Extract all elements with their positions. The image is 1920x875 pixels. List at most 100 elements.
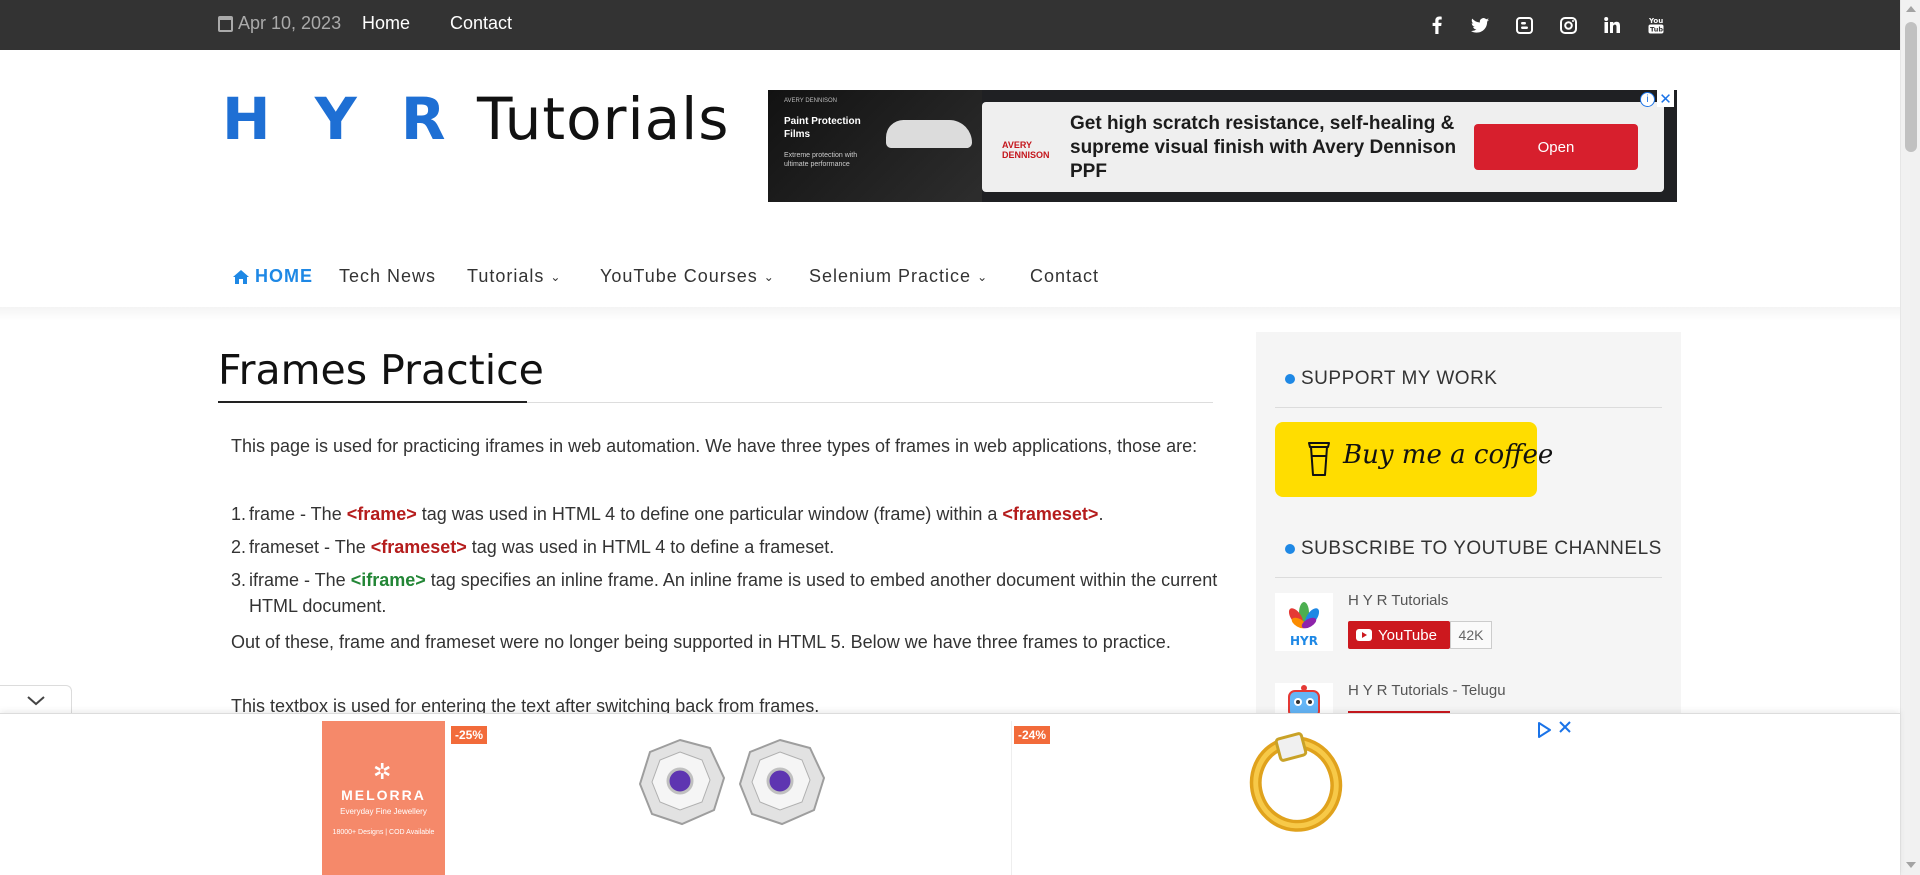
chevron-down-icon: ⌄ — [763, 269, 775, 284]
ad-thumb-line3: Extreme protection with — [784, 152, 858, 159]
channel-logo-hyr[interactable]: HYR — [1275, 593, 1333, 651]
coffee-cup-icon — [1308, 442, 1330, 476]
post-date: Apr 10, 2023 — [218, 13, 341, 34]
ring-image — [1249, 732, 1343, 832]
nav-contact-label: Contact — [1030, 266, 1100, 286]
facebook-icon[interactable] — [1426, 14, 1448, 36]
chevron-down-icon: ⌄ — [977, 269, 989, 284]
nav-shadow — [0, 307, 1900, 321]
intro-paragraph: This page is used for practicing iframes… — [231, 436, 1198, 456]
title-underline — [218, 401, 527, 403]
title-divider — [527, 402, 1213, 403]
frame-tag: <frame> — [346, 504, 417, 524]
ad-panel[interactable]: AVERY DENNISON Get high scratch resistan… — [982, 102, 1664, 192]
nav-selenium-practice[interactable]: Selenium Practice ⌄ — [809, 266, 988, 287]
ad-open-button[interactable]: Open — [1474, 124, 1638, 170]
buy-me-coffee-button[interactable]: Buy me a coffee — [1275, 422, 1553, 497]
calendar-icon — [218, 15, 233, 32]
outro-paragraph: Out of these, frame and frameset were no… — [231, 632, 1171, 652]
ad-thumb-line4: ultimate performance — [784, 161, 850, 168]
support-heading-text: SUPPORT MY WORK — [1301, 368, 1498, 389]
instagram-icon[interactable] — [1557, 14, 1579, 36]
ad-headline[interactable]: Get high scratch resistance, self-healin… — [1070, 112, 1460, 184]
channel-name[interactable]: H Y R Tutorials — [1348, 592, 1448, 609]
logo-hyr: H Y R — [222, 85, 458, 153]
list-number: 1. — [231, 504, 247, 524]
svg-text:You: You — [1648, 17, 1663, 25]
list-text: frame - The <frame> tag was used in HTML… — [249, 501, 1229, 527]
top-link-home[interactable]: Home — [362, 13, 410, 34]
page-title: Frames Practice — [218, 346, 544, 394]
site-logo[interactable]: H Y R Tutorials — [222, 90, 729, 148]
nav-selenium-practice-label: Selenium Practice — [809, 266, 972, 286]
car-image — [886, 120, 972, 148]
close-icon[interactable] — [1558, 720, 1576, 738]
linkedin-icon[interactable] — [1601, 14, 1623, 36]
scroll-up-arrow[interactable] — [1906, 6, 1916, 12]
nav-youtube-courses-label: YouTube Courses — [600, 266, 758, 286]
ad-choices-icon[interactable] — [1536, 722, 1554, 740]
page-scrollbar[interactable] — [1900, 0, 1920, 875]
nav-contact[interactable]: Contact — [1030, 266, 1099, 287]
twitter-icon[interactable] — [1469, 14, 1491, 36]
coffee-label: Buy me a coffee — [1343, 440, 1554, 470]
melorra-brand-panel[interactable]: ✲ MELORRA Everyday Fine Jewellery 18000+… — [322, 721, 445, 875]
ad-info-icon[interactable]: i — [1640, 92, 1655, 107]
list-text: frameset - The <frameset> tag was used i… — [249, 534, 1229, 560]
list-text-b: tag was used in HTML 4 to define one par… — [416, 504, 1003, 524]
scroll-down-arrow[interactable] — [1906, 862, 1916, 868]
scroll-thumb[interactable] — [1905, 22, 1917, 152]
ad-thumb-line2: Films — [784, 129, 811, 140]
list-text-b: tag was used in HTML 4 to define a frame… — [466, 537, 835, 557]
nav-home[interactable]: HOME — [233, 266, 313, 287]
chevron-down-icon — [26, 695, 45, 705]
list-text: iframe - The <iframe> tag specifies an i… — [249, 567, 1229, 619]
nav-tutorials[interactable]: Tutorials ⌄ — [467, 266, 561, 287]
top-advertisement[interactable]: AVERY DENNISON Paint Protection Films Ex… — [768, 90, 1677, 202]
sidebar-divider — [1275, 577, 1662, 578]
sidebar-divider — [1275, 407, 1662, 408]
channel-name[interactable]: H Y R Tutorials - Telugu — [1348, 682, 1506, 699]
blogger-icon[interactable] — [1513, 14, 1535, 36]
list-text-c: . — [1098, 504, 1104, 524]
youtube-play-icon — [1356, 629, 1372, 641]
subscribe-heading: SUBSCRIBE TO YOUTUBE CHANNELS — [1285, 538, 1662, 560]
list-number: 3. — [231, 570, 247, 590]
youtube-button-label: YouTube — [1378, 626, 1437, 644]
nav-youtube-courses[interactable]: YouTube Courses ⌄ — [600, 266, 775, 287]
nav-home-label: HOME — [255, 266, 313, 286]
subscribe-heading-text: SUBSCRIBE TO YOUTUBE CHANNELS — [1301, 538, 1662, 559]
frameset-tag: <frameset> — [370, 537, 467, 557]
top-bar: Apr 10, 2023 Home Contact YouTube — [0, 0, 1900, 50]
youtube-subscribe-button[interactable]: YouTube — [1348, 621, 1450, 649]
youtube-icon[interactable]: YouTube — [1645, 14, 1667, 36]
list-text-a: frame - The — [249, 504, 347, 524]
post-date-text: Apr 10, 2023 — [238, 13, 342, 33]
discount-badge: -25% — [451, 726, 488, 744]
collapse-ad-button[interactable] — [0, 685, 72, 715]
ad-thumb-brand: AVERY DENNISON — [784, 98, 838, 104]
bullet-dot — [1285, 544, 1295, 554]
frameset-tag: <frameset> — [1002, 504, 1099, 524]
ad-close-icon[interactable]: ✕ — [1657, 90, 1674, 108]
logo-tutorials: Tutorials — [477, 85, 730, 153]
chevron-down-icon: ⌄ — [550, 269, 562, 284]
list-number: 2. — [231, 537, 247, 557]
svg-text:Tube: Tube — [1650, 26, 1664, 34]
channel-logo-telugu[interactable] — [1275, 683, 1333, 713]
melorra-footer: 18000+ Designs | COD Available — [332, 829, 435, 836]
iframe-tag: <iframe> — [350, 570, 426, 590]
subscriber-count: 42K — [1450, 621, 1492, 649]
top-link-contact[interactable]: Contact — [450, 13, 512, 34]
nav-tech-news-label: Tech News — [339, 266, 437, 286]
melorra-logo-icon: ✲ — [373, 759, 392, 784]
nav-tech-news[interactable]: Tech News — [339, 266, 436, 287]
support-heading: SUPPORT MY WORK — [1285, 368, 1497, 390]
ad-thumbnail: AVERY DENNISON Paint Protection Films Ex… — [768, 90, 982, 202]
ad-thumb-line1: Paint Protection — [784, 116, 861, 127]
main-navigation: HOME Tech News Tutorials ⌄ YouTube Cours… — [0, 255, 1900, 307]
bullet-dot — [1285, 374, 1295, 384]
nav-tutorials-label: Tutorials — [467, 266, 545, 286]
sidebar — [1256, 332, 1681, 732]
melorra-tagline: Everyday Fine Jewellery — [340, 807, 427, 816]
